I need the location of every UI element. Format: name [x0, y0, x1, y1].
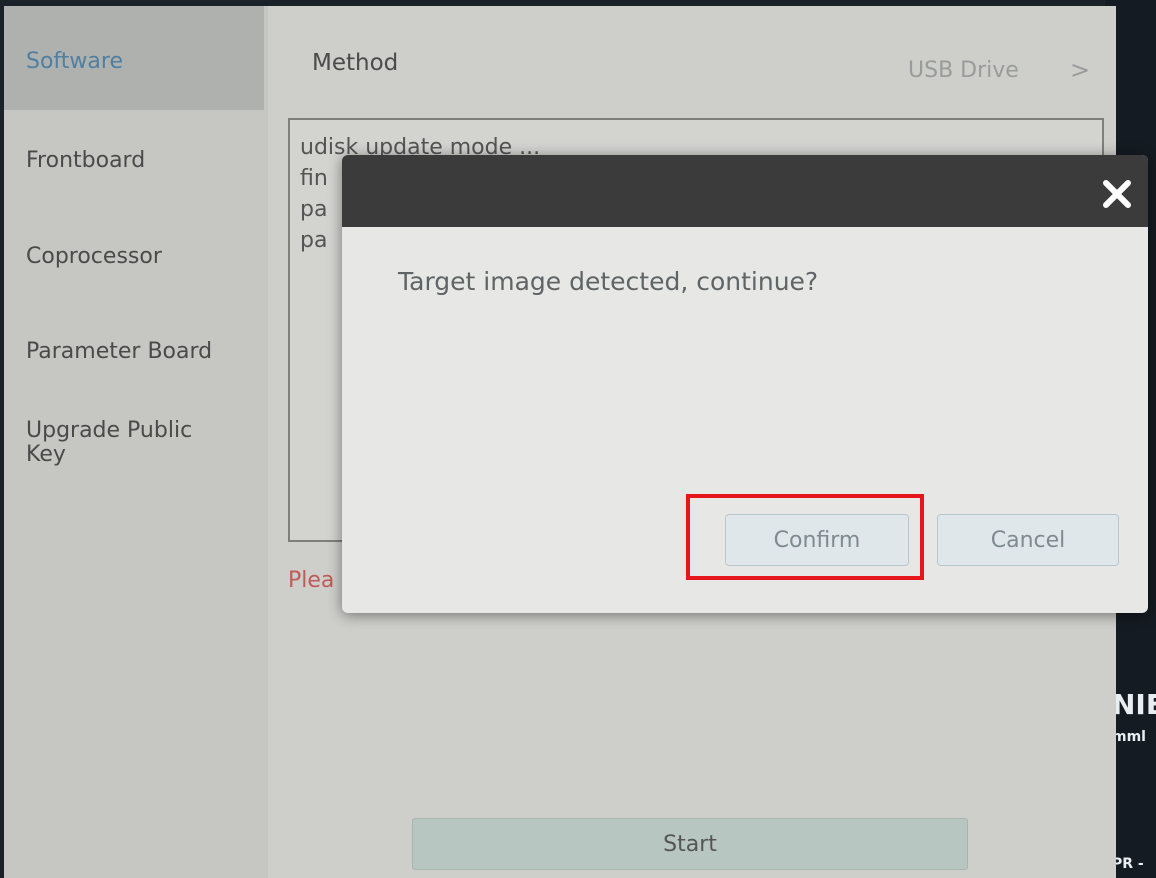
sidebar: Software Frontboard Coprocessor Paramete… — [4, 6, 268, 878]
warning-text: Plea — [288, 568, 335, 593]
cancel-button[interactable]: Cancel — [937, 514, 1119, 566]
log-line-3: pa — [300, 197, 328, 222]
log-line-2: fin — [300, 166, 328, 191]
sidebar-item-coprocessor[interactable]: Coprocessor — [26, 245, 162, 269]
method-label: Method — [312, 50, 399, 76]
edge-text-bottom: PR - — [1112, 856, 1144, 872]
start-button[interactable]: Start — [412, 818, 968, 870]
close-icon[interactable] — [1100, 177, 1134, 211]
confirm-highlight-box — [686, 494, 924, 580]
sidebar-item-label: Software — [26, 49, 123, 74]
method-value[interactable]: USB Drive — [908, 58, 1019, 83]
sidebar-item-upgrade-public-key[interactable]: Upgrade Public Key — [26, 419, 226, 467]
sidebar-item-software[interactable]: Software — [4, 6, 264, 110]
edge-text-large: NIE — [1112, 688, 1156, 721]
dialog-header — [342, 155, 1148, 227]
sidebar-item-parameter-board[interactable]: Parameter Board — [26, 340, 212, 364]
sidebar-item-frontboard[interactable]: Frontboard — [26, 149, 145, 173]
chevron-right-icon[interactable]: > — [1070, 56, 1090, 84]
monitor-photo: NIE mml PR - Software Frontboard Coproce… — [0, 0, 1156, 878]
edge-text-small: mml — [1112, 729, 1146, 745]
log-line-4: pa — [300, 228, 328, 253]
dialog-message: Target image detected, continue? — [398, 267, 819, 296]
